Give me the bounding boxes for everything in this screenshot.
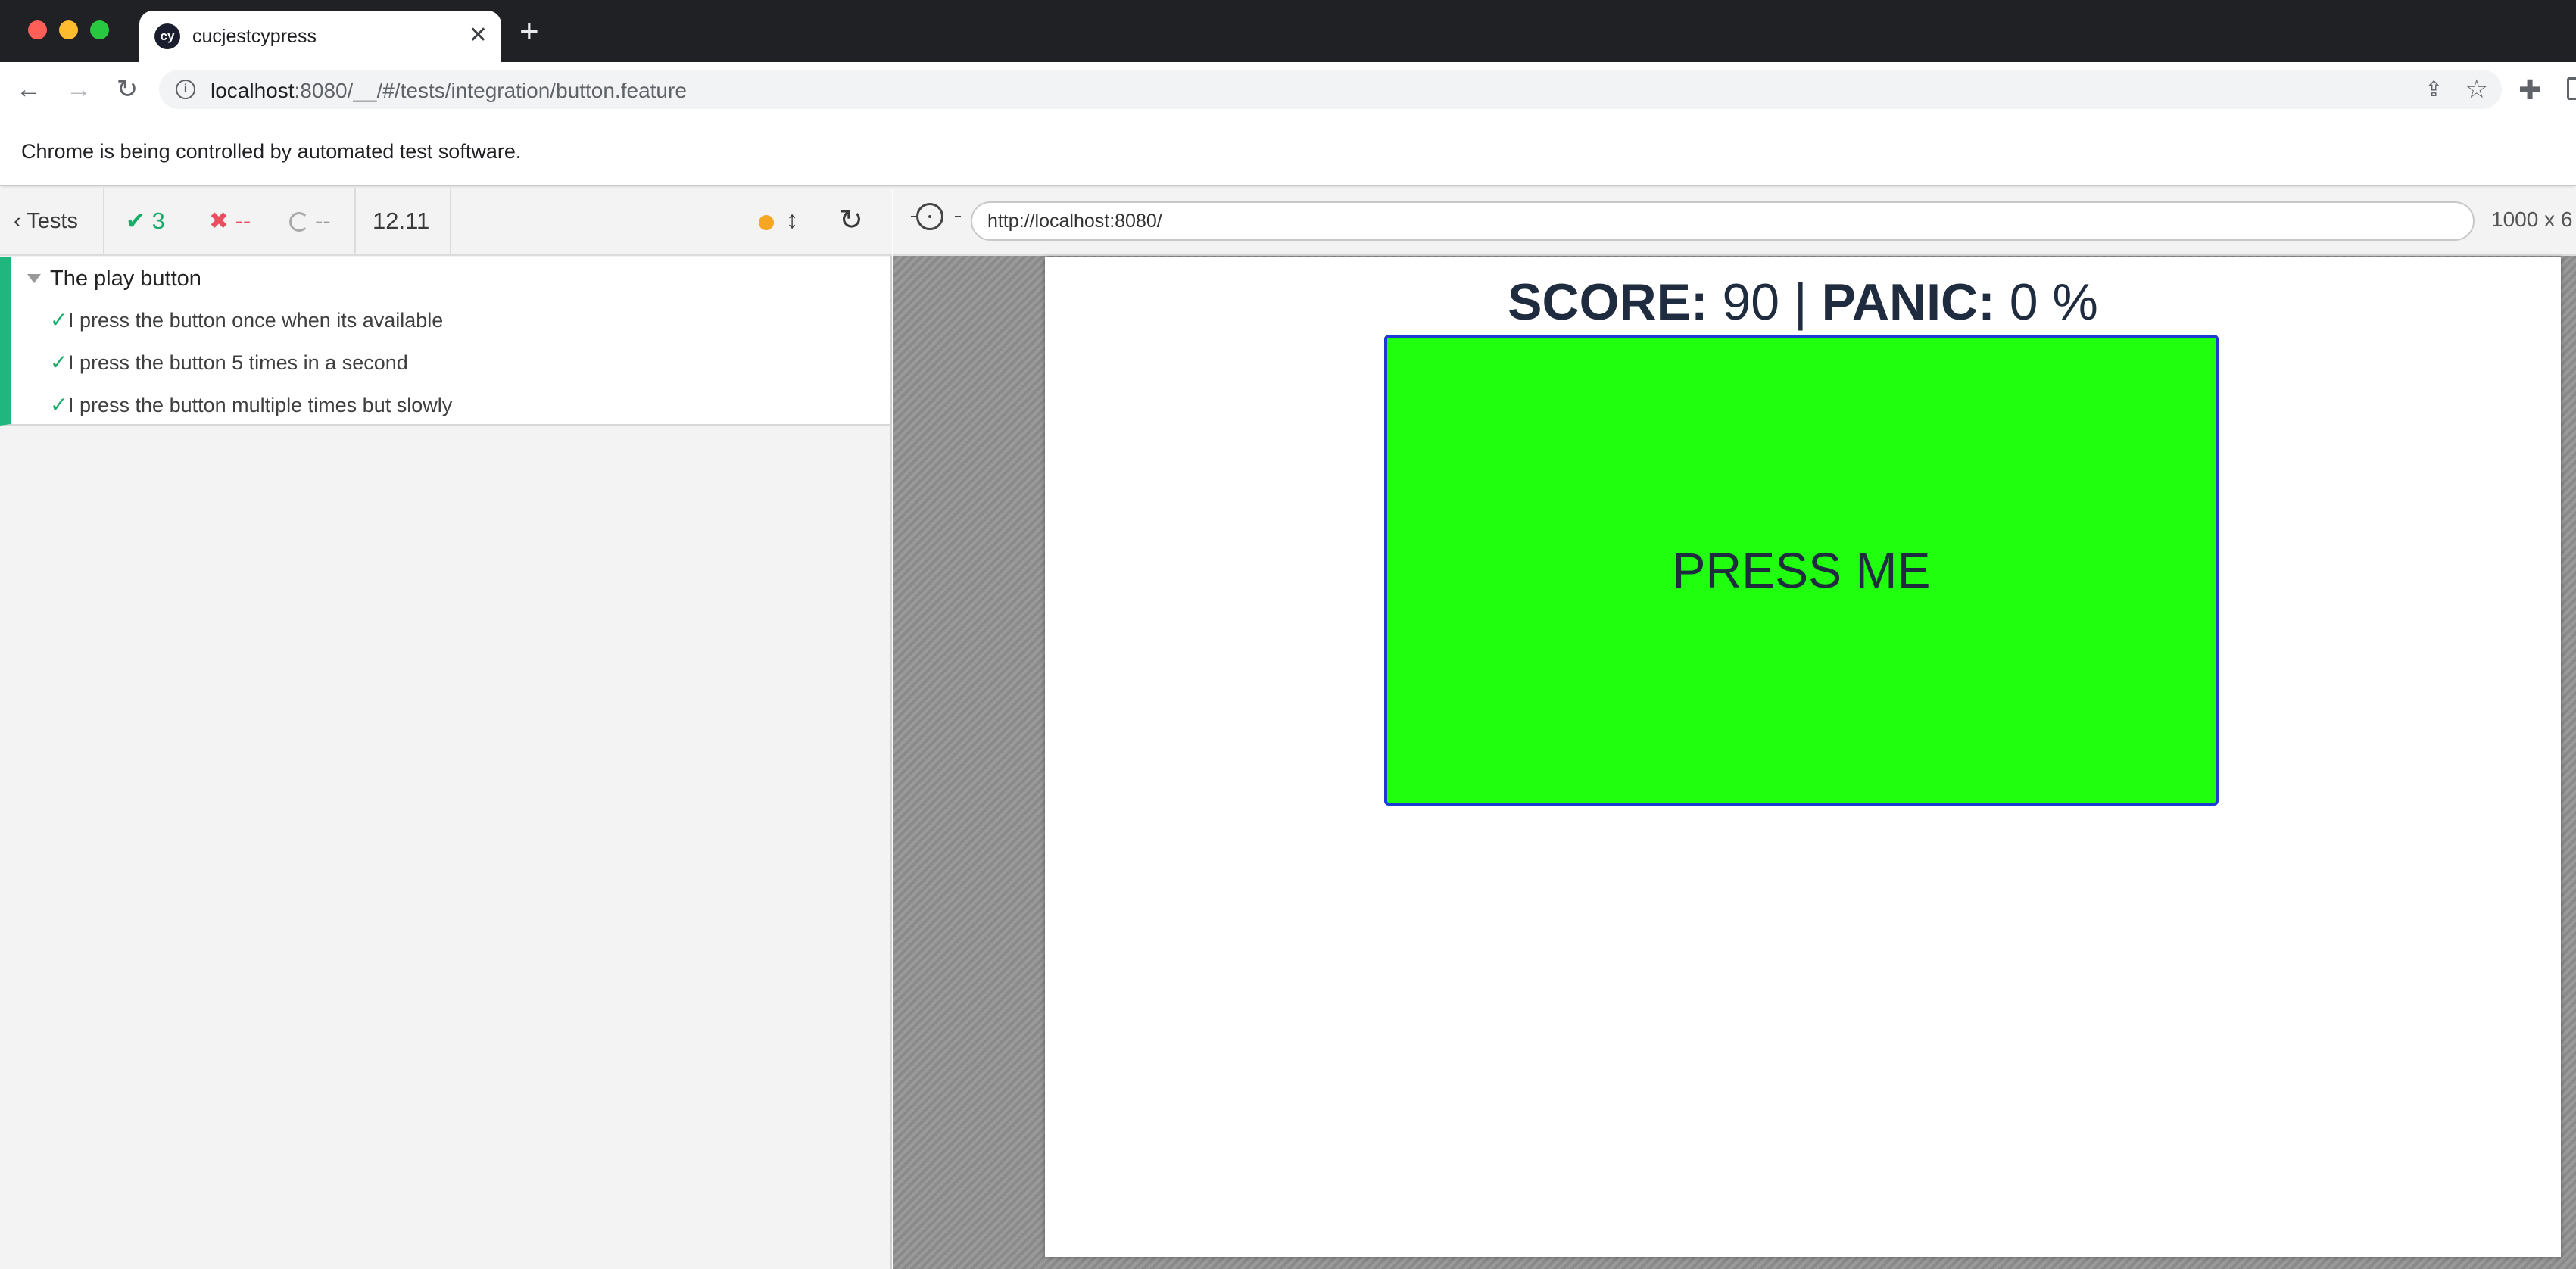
panic-value: 0 %	[2009, 273, 2098, 331]
aut-header: http://localhost:8080/ 1000 x 6	[893, 188, 2576, 256]
duration: 12.11	[373, 207, 430, 234]
url-host: localhost	[211, 79, 295, 102]
suite-title[interactable]: The play button	[50, 267, 201, 292]
passed-value: 3	[151, 207, 165, 234]
x-icon: ✖	[209, 207, 229, 234]
failed-value: --	[235, 207, 251, 234]
test-title: I press the button once when its availab…	[68, 309, 444, 332]
press-me-button[interactable]: PRESS ME	[1384, 335, 2219, 806]
stats: ✔ 3 ✖ -- --	[104, 188, 356, 254]
tab-title: cucjestcypress	[192, 26, 317, 47]
check-icon: ✔	[126, 207, 145, 234]
auto-scroll-icon[interactable]: ↕	[786, 206, 798, 234]
viewport-size[interactable]: 1000 x 6	[2491, 207, 2572, 232]
reporter-header: ‹ Tests ✔ 3 ✖ -- -- 12.11 ↕ ↻	[0, 188, 892, 256]
passed-count: ✔ 3	[126, 207, 165, 235]
collapse-caret-icon[interactable]	[27, 274, 41, 283]
test-title: I press the button 5 times in a second	[68, 351, 408, 374]
check-icon: ✓	[50, 351, 68, 374]
score-panel: SCORE: 90 | PANIC: 0 %	[1045, 273, 2561, 332]
aut-container: http://localhost:8080/ 1000 x 6 SCORE: 9…	[893, 188, 2576, 1269]
selector-playground-crosshair-icon[interactable]	[911, 203, 961, 230]
tests-back-link[interactable]: ‹ Tests	[14, 209, 78, 234]
url-path: :8080/__/#/tests/integration/button.feat…	[294, 79, 687, 102]
address-bar[interactable]: i localhost:8080/__/#/tests/integration/…	[159, 70, 2502, 109]
rerun-icon[interactable]: ↻	[839, 203, 863, 237]
browser-titlebar: cy cucjestcypress ✕ +	[0, 0, 2576, 62]
site-info-icon[interactable]: i	[176, 80, 195, 99]
failed-count: ✖ --	[209, 207, 251, 235]
duration-cell: 12.11	[356, 188, 451, 254]
aut-iframe: SCORE: 90 | PANIC: 0 % PRESS ME	[1045, 257, 2561, 1257]
extensions-puzzle-icon[interactable]: ✚	[2518, 74, 2541, 106]
suite[interactable]: The play button ✓ I press the button onc…	[0, 257, 890, 426]
reload-icon[interactable]: ↻	[111, 73, 144, 106]
cypress-reporter: ‹ Tests ✔ 3 ✖ -- -- 12.11 ↕ ↻ The play b…	[0, 188, 892, 1269]
maximize-window-button[interactable]	[90, 20, 109, 39]
browser-tab[interactable]: cy cucjestcypress ✕	[139, 11, 501, 62]
cypress-favicon-icon: cy	[154, 23, 180, 49]
share-icon[interactable]: ⇪	[2425, 76, 2443, 101]
test-row[interactable]: ✓ I press the button once when its avail…	[39, 300, 872, 342]
pending-count: --	[289, 207, 331, 235]
test-row[interactable]: ✓ I press the button 5 times in a second	[39, 342, 872, 385]
running-status-dot	[759, 215, 774, 230]
back-arrow-icon[interactable]: ←	[12, 73, 45, 106]
address-url[interactable]: localhost:8080/__/#/tests/integration/bu…	[211, 79, 687, 103]
aut-url-field[interactable]: http://localhost:8080/	[971, 201, 2475, 241]
tests-label: Tests	[27, 209, 78, 233]
browser-toolbar: ← → ↻ i localhost:8080/__/#/tests/integr…	[0, 62, 2576, 117]
check-icon: ✓	[50, 393, 68, 416]
panic-label: PANIC:	[1821, 273, 1995, 331]
pending-circle-icon	[289, 212, 309, 232]
forward-arrow-icon[interactable]: →	[62, 73, 95, 106]
tab-close-icon[interactable]: ✕	[469, 21, 488, 50]
side-panel-icon[interactable]	[2567, 77, 2576, 100]
pending-value: --	[315, 207, 331, 234]
infobar-message: Chrome is being controlled by automated …	[21, 140, 522, 163]
automation-infobar: Chrome is being controlled by automated …	[0, 117, 2576, 186]
test-row[interactable]: ✓ I press the button multiple times but …	[39, 385, 872, 427]
test-title: I press the button multiple times but sl…	[68, 394, 453, 416]
minimize-window-button[interactable]	[59, 20, 78, 39]
tests-nav[interactable]: ‹ Tests	[0, 188, 104, 254]
check-icon: ✓	[50, 308, 68, 332]
score-label: SCORE:	[1508, 273, 1708, 331]
bookmark-star-icon[interactable]: ☆	[2465, 74, 2488, 104]
close-window-button[interactable]	[28, 20, 47, 39]
score-value: 90	[1722, 273, 1780, 331]
score-separator: |	[1794, 273, 1807, 331]
new-tab-plus-icon[interactable]: +	[519, 15, 539, 48]
